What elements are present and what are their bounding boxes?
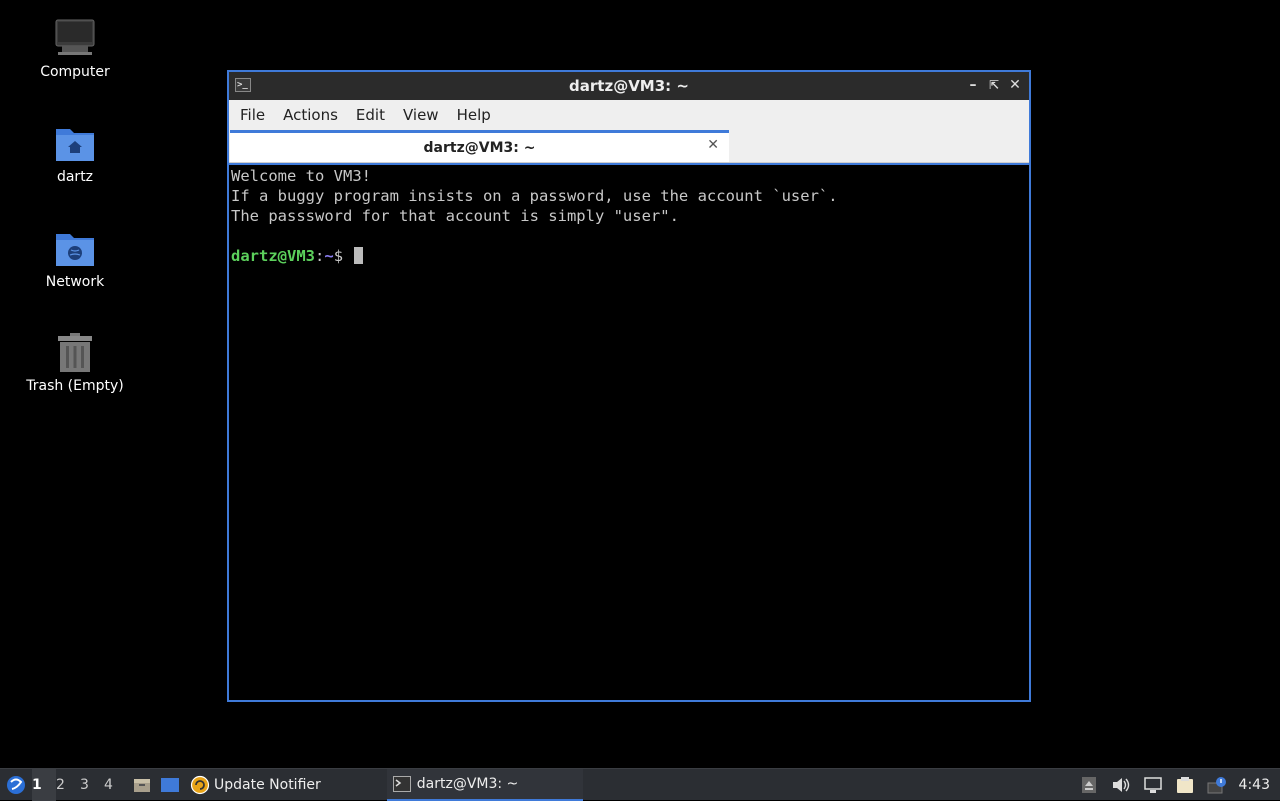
menu-help[interactable]: Help [448,106,500,124]
desktop-icon-network[interactable]: Network [20,228,130,290]
menu-actions[interactable]: Actions [274,106,347,124]
desktop-icon-home[interactable]: dartz [20,123,130,185]
terminal-output[interactable]: Welcome to VM3! If a buggy program insist… [229,163,1029,700]
workspace-1[interactable]: 1 [32,768,56,801]
desktop-icon-label: dartz [56,169,94,185]
network-status-icon[interactable] [1143,776,1163,794]
task-update-notifier[interactable]: Update Notifier [184,769,327,801]
maximize-button[interactable]: ⇱ [984,75,1004,95]
tab-close-icon[interactable]: ✕ [707,137,719,153]
lubuntu-logo-icon [7,775,25,794]
minimize-button[interactable]: – [963,75,983,95]
network-folder-icon [54,228,96,270]
terminal-line: Welcome to VM3! [231,167,371,185]
terminal-app-icon: >_ [235,78,251,92]
computer-icon [54,18,96,60]
eject-icon[interactable] [1079,776,1099,794]
desktop-icon-label: Network [45,274,105,290]
terminal-window[interactable]: >_ dartz@VM3: ~ – ⇱ ✕ File Actions Edit … [227,70,1031,702]
desktop-icon-label: Computer [40,64,110,80]
update-notifier-icon [190,775,210,794]
menu-file[interactable]: File [231,106,274,124]
task-label: dartz@VM3: ~ [416,775,519,792]
prompt-user: dartz@VM3 [231,247,315,265]
home-folder-icon [54,123,96,165]
workspace-4[interactable]: 4 [104,769,128,801]
tab-bar: dartz@VM3: ~ ✕ [229,130,1029,163]
terminal-line: The passsword for that account is simply… [231,207,679,225]
window-titlebar[interactable]: >_ dartz@VM3: ~ – ⇱ ✕ [229,72,1029,100]
trash-icon [54,332,96,374]
terminal-icon [392,775,411,792]
file-manager-icon [134,778,150,792]
desktop-icon-trash[interactable]: Trash (Empty) [20,332,130,394]
desktop-icon-label: Trash (Empty) [26,378,124,394]
desktop-icon-computer[interactable]: Computer [20,18,130,80]
task-label: Update Notifier [214,776,321,793]
prompt-separator: : [315,247,325,265]
workspace-2[interactable]: 2 [56,769,80,801]
prompt-symbol: $ [333,247,344,265]
taskbar: 1 2 3 4 Update Notifier dartz@VM3: ~ 4:4… [0,768,1280,801]
terminal-prompt: dartz@VM3:~$ [231,246,1027,266]
tab-terminal[interactable]: dartz@VM3: ~ ✕ [230,130,729,162]
notification-icon[interactable] [1207,776,1227,794]
clock[interactable]: 4:43 [1239,777,1270,793]
menubar: File Actions Edit View Help [229,100,1029,130]
file-manager-launcher[interactable] [128,769,156,801]
task-terminal[interactable]: dartz@VM3: ~ [386,768,583,801]
text-cursor [354,247,364,264]
desktop-icon [161,777,179,792]
clipboard-icon[interactable] [1175,776,1195,794]
close-button[interactable]: ✕ [1005,75,1025,95]
window-title: dartz@VM3: ~ [569,77,689,95]
show-desktop-launcher[interactable] [156,769,184,801]
menu-view[interactable]: View [394,106,448,124]
prompt-path: ~ [324,247,334,265]
terminal-line: If a buggy program insists on a password… [231,187,838,205]
start-menu-button[interactable] [0,769,32,801]
volume-icon[interactable] [1111,776,1131,794]
system-tray: 4:43 [1073,769,1280,801]
workspace-3[interactable]: 3 [80,769,104,801]
tab-label: dartz@VM3: ~ [423,139,536,156]
menu-edit[interactable]: Edit [347,106,394,124]
